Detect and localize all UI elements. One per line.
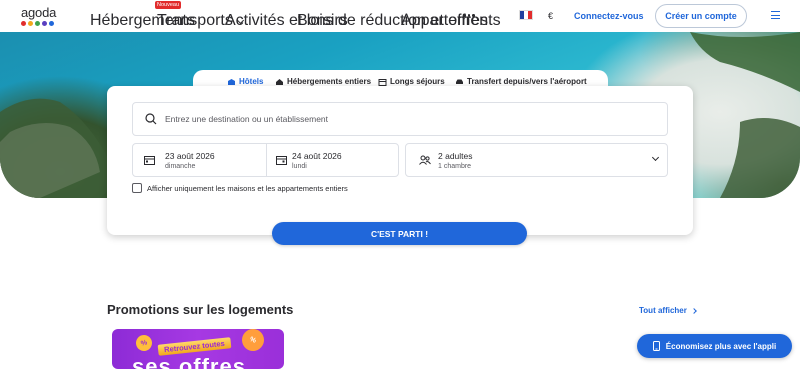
checkout-date: 24 août 2026 — [292, 151, 342, 161]
promo-ribbon: Retrouvez toutes — [157, 337, 232, 356]
hotel-icon — [228, 78, 235, 85]
destination-search-input[interactable]: Entrez une destination ou un établisseme… — [132, 102, 668, 136]
search-panel: Entrez une destination ou un établisseme… — [107, 86, 693, 235]
tab-longs-sejours[interactable]: Longs séjours — [378, 77, 445, 86]
checkout-field[interactable]: 24 août 2026 lundi — [267, 144, 399, 176]
car-icon — [456, 79, 463, 84]
nav-item-transports-label: Transports — [157, 12, 233, 29]
percent-badge: % — [134, 333, 154, 353]
rooms-count: 1 chambre — [438, 163, 472, 170]
logo-text: agoda — [21, 5, 57, 20]
house-icon — [276, 78, 283, 85]
calendar-icon — [378, 78, 387, 86]
percent-badge-large: % — [238, 329, 268, 355]
menu-icon[interactable] — [771, 11, 780, 22]
see-all-label: Tout afficher — [639, 306, 687, 315]
signup-button[interactable]: Créer un compte — [655, 4, 747, 28]
tab-hotels-label: Hôtels — [239, 77, 264, 86]
tab-transfert-label: Transfert depuis/vers l'aéroport — [467, 77, 587, 86]
search-icon — [145, 113, 157, 125]
checkin-day: dimanche — [165, 163, 196, 170]
tab-hebergements-label: Hébergements entiers — [287, 77, 372, 86]
tab-hebergements-entiers[interactable]: Hébergements entiers — [275, 77, 371, 86]
entire-homes-filter[interactable]: Afficher uniquement les maisons et les a… — [132, 183, 348, 193]
chevron-down-icon — [651, 153, 660, 162]
promotions-title: Promotions sur les logements — [107, 302, 294, 317]
agoda-logo[interactable]: agoda — [21, 5, 61, 27]
calendar-checkout-icon — [276, 156, 287, 165]
search-submit-button[interactable]: C'EST PARTI ! — [272, 222, 527, 245]
promo-headline: ses offres — [132, 354, 246, 369]
guests-selector[interactable]: 2 adultes 1 chambre — [405, 143, 668, 177]
tab-transfert-aeroport[interactable]: Transfert depuis/vers l'aéroport — [455, 77, 587, 86]
logo-dots — [21, 21, 61, 26]
promo-card[interactable]: % % Retrouvez toutes ses offres — [112, 329, 284, 369]
tab-hotels[interactable]: Hôtels — [227, 77, 263, 86]
france-flag-icon[interactable] — [519, 10, 533, 20]
new-badge: Nouveau — [155, 1, 182, 9]
top-header: agoda Hébergements Transports Nouveau Ac… — [0, 0, 800, 32]
chevron-right-icon — [691, 307, 697, 314]
currency-selector[interactable]: € — [548, 11, 553, 21]
entire-homes-label: Afficher uniquement les maisons et les a… — [147, 183, 348, 193]
app-download-button[interactable]: Économisez plus avec l'appli — [637, 334, 792, 358]
checkin-field[interactable]: 23 août 2026 dimanche — [133, 144, 266, 176]
phone-icon — [652, 341, 660, 351]
nav-item-appartements[interactable]: Appartements — [401, 12, 501, 30]
date-range-picker[interactable]: 23 août 2026 dimanche 24 août 2026 lundi — [132, 143, 399, 177]
tab-longs-sejours-label: Longs séjours — [390, 77, 445, 86]
entire-homes-checkbox[interactable] — [132, 183, 142, 193]
calendar-checkin-icon — [144, 156, 155, 165]
login-link[interactable]: Connectez-vous — [574, 11, 644, 21]
app-download-label: Économisez plus avec l'appli — [665, 341, 777, 351]
more-dots-icon[interactable] — [463, 14, 475, 17]
checkin-date: 23 août 2026 — [165, 151, 215, 161]
checkout-day: lundi — [292, 163, 307, 170]
search-placeholder: Entrez une destination ou un établisseme… — [165, 114, 329, 124]
guests-count: 2 adultes — [438, 151, 473, 161]
guests-icon — [419, 155, 431, 165]
see-all-link[interactable]: Tout afficher — [639, 306, 697, 315]
